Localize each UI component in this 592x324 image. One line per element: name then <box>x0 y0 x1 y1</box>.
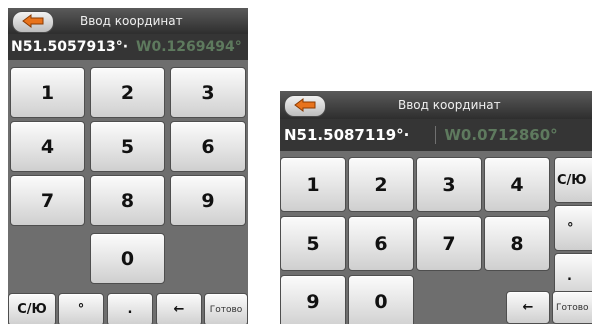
degree-key[interactable]: ° <box>554 205 592 251</box>
key-digit[interactable]: 5 <box>280 216 346 271</box>
key-digit[interactable]: 1 <box>280 157 346 212</box>
key-digit[interactable]: 0 <box>90 233 165 284</box>
key-digit[interactable]: 9 <box>170 175 246 226</box>
title-bar: Ввод координат <box>8 8 248 34</box>
backspace-key[interactable]: ← <box>506 291 550 324</box>
key-digit[interactable]: 1 <box>10 67 85 118</box>
latitude-value[interactable]: N51.5057913°· <box>11 39 128 55</box>
key-digit[interactable]: 7 <box>416 216 482 271</box>
coordinate-display: N51.5087119°· W0.0712860° <box>280 119 592 151</box>
coordinate-entry-screen-b: Ввод координат N51.5087119°· W0.0712860°… <box>280 91 592 324</box>
key-digit[interactable]: 2 <box>348 157 414 212</box>
hemisphere-toggle-button[interactable]: С/Ю <box>554 157 592 203</box>
key-digit[interactable]: 6 <box>348 216 414 271</box>
key-digit[interactable]: 2 <box>90 67 165 118</box>
coordinate-display: N51.5057913°· W0.1269494° <box>8 34 248 60</box>
title-bar: Ввод координат <box>280 91 592 119</box>
key-digit[interactable]: 0 <box>348 275 414 324</box>
key-digit[interactable]: 4 <box>10 121 85 172</box>
back-button[interactable] <box>12 11 54 33</box>
key-digit[interactable]: 8 <box>484 216 550 271</box>
key-digit[interactable]: 8 <box>90 175 165 226</box>
backspace-key[interactable]: ← <box>156 293 202 324</box>
key-digit[interactable]: 9 <box>280 275 346 324</box>
screen-title: Ввод координат <box>398 98 501 112</box>
key-digit[interactable]: 3 <box>416 157 482 212</box>
back-button[interactable] <box>284 95 326 117</box>
degree-key[interactable]: ° <box>58 293 104 324</box>
key-digit[interactable]: 3 <box>170 67 246 118</box>
key-digit[interactable]: 7 <box>10 175 85 226</box>
longitude-value[interactable]: W0.1269494° <box>136 39 242 55</box>
key-digit[interactable]: 4 <box>484 157 550 212</box>
back-arrow-icon <box>22 13 44 31</box>
latitude-value[interactable]: N51.5087119°· <box>284 126 409 144</box>
done-button[interactable]: Готово <box>204 293 248 324</box>
coordinate-entry-screen-a: Ввод координат N51.5057913°· W0.1269494°… <box>8 8 248 324</box>
key-digit[interactable]: 5 <box>90 121 165 172</box>
back-arrow-icon <box>294 97 316 115</box>
key-digit[interactable]: 6 <box>170 121 246 172</box>
hemisphere-toggle-button[interactable]: С/Ю <box>8 293 56 324</box>
done-button[interactable]: Готово <box>552 291 592 324</box>
decimal-point-key[interactable]: . <box>107 293 153 324</box>
longitude-value[interactable]: W0.0712860° <box>435 126 558 144</box>
screen-title: Ввод координат <box>80 14 183 28</box>
